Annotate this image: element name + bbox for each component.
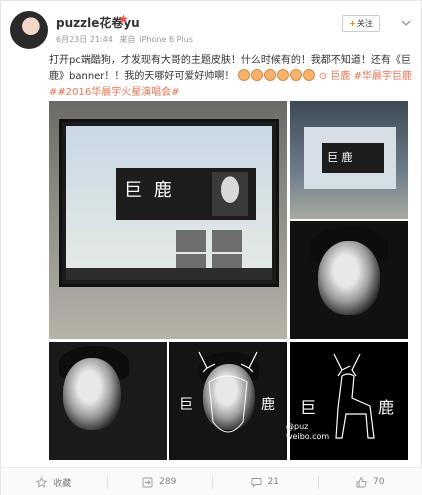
deer-char-right: 鹿 [378, 398, 395, 417]
monitor: 巨 鹿 [59, 119, 279, 287]
favorite-label: 收藏 [53, 478, 72, 489]
post-source: iPhone 6 Plus [139, 35, 193, 44]
thumbnail [176, 230, 206, 252]
banner-closeup: 巨 鹿 [322, 143, 384, 173]
emoji-icon [289, 69, 302, 81]
repost-icon [142, 477, 153, 487]
plus-icon: + [349, 19, 356, 28]
photo-deer-logo[interactable]: 巨 鹿 [290, 342, 408, 460]
watermark-handle: @puz [286, 422, 309, 431]
comment-button[interactable]: 21 [212, 468, 318, 495]
vip-heart-icon: ★ [118, 12, 129, 26]
banner-title: 巨 鹿 [124, 180, 175, 201]
deer-char-right: 鹿 [261, 397, 275, 413]
deer-char-left: 巨 [300, 398, 317, 417]
photo-portrait-1[interactable] [290, 221, 408, 339]
emoji-icon [276, 69, 289, 81]
more-icon[interactable] [401, 18, 411, 28]
like-button[interactable]: 70 [317, 468, 422, 495]
action-bar: 收藏 289 21 70 [1, 467, 422, 495]
avatar[interactable] [10, 11, 48, 49]
comment-count: 21 [267, 477, 279, 487]
photo-portrait-2[interactable] [49, 342, 167, 460]
emoji-row [237, 69, 316, 82]
avatar-photo [10, 11, 48, 49]
deer-char-left: 巨 [179, 397, 193, 413]
post-text: 打开pc端酷狗，才发现有大哥的主题皮肤！什么时候有的！我都不知道！还有《巨鹿》b… [49, 53, 415, 101]
emoji-icon [250, 69, 263, 81]
comment-icon [251, 477, 261, 488]
source-prefix: 来自 [119, 35, 136, 44]
photo-screen-closeup[interactable]: 巨 鹿 [290, 101, 408, 219]
follow-button[interactable]: + 关注 [342, 15, 380, 32]
topic-link[interactable]: 巨鹿 [330, 71, 350, 82]
banner: 巨 鹿 [116, 168, 256, 220]
post-meta: 6月23日 21:44 来自 iPhone 6 Plus [56, 34, 197, 45]
face [63, 358, 121, 430]
like-icon [356, 477, 367, 487]
repost-count: 289 [159, 477, 177, 487]
weibo-post-card: puzzle花卷yu ★ 6月23日 21:44 来自 iPhone 6 Plus… [0, 0, 422, 495]
banner-portrait [212, 172, 248, 216]
taskbar [66, 268, 272, 280]
emoji-icon [237, 69, 250, 81]
photo-monitor[interactable]: 巨 鹿 [49, 101, 287, 339]
emoji-icon [263, 69, 276, 81]
thumbnail [212, 230, 242, 252]
post-time[interactable]: 6月23日 21:44 [56, 35, 113, 44]
favorite-button[interactable]: 收藏 [1, 468, 107, 495]
link-icon: ⊙ [318, 71, 328, 82]
favorite-icon [36, 476, 48, 488]
banner-title-closeup: 巨 鹿 [327, 151, 353, 164]
face [318, 241, 380, 315]
watermark-site: weibo.com [286, 432, 330, 441]
like-count: 70 [373, 477, 385, 487]
kugou-screen: 巨 鹿 [66, 126, 272, 280]
photo-portrait-3[interactable]: 巨 鹿 [169, 342, 287, 460]
screen-closeup: 巨 鹿 [304, 127, 396, 189]
emoji-icon [302, 69, 315, 81]
repost-button[interactable]: 289 [106, 468, 213, 495]
image-grid: 巨 鹿 巨 鹿 巨 鹿 巨 鹿 @puz weibo.com [49, 101, 408, 461]
watermark: @puz weibo.com [286, 422, 329, 442]
follow-label: 关注 [356, 19, 373, 28]
